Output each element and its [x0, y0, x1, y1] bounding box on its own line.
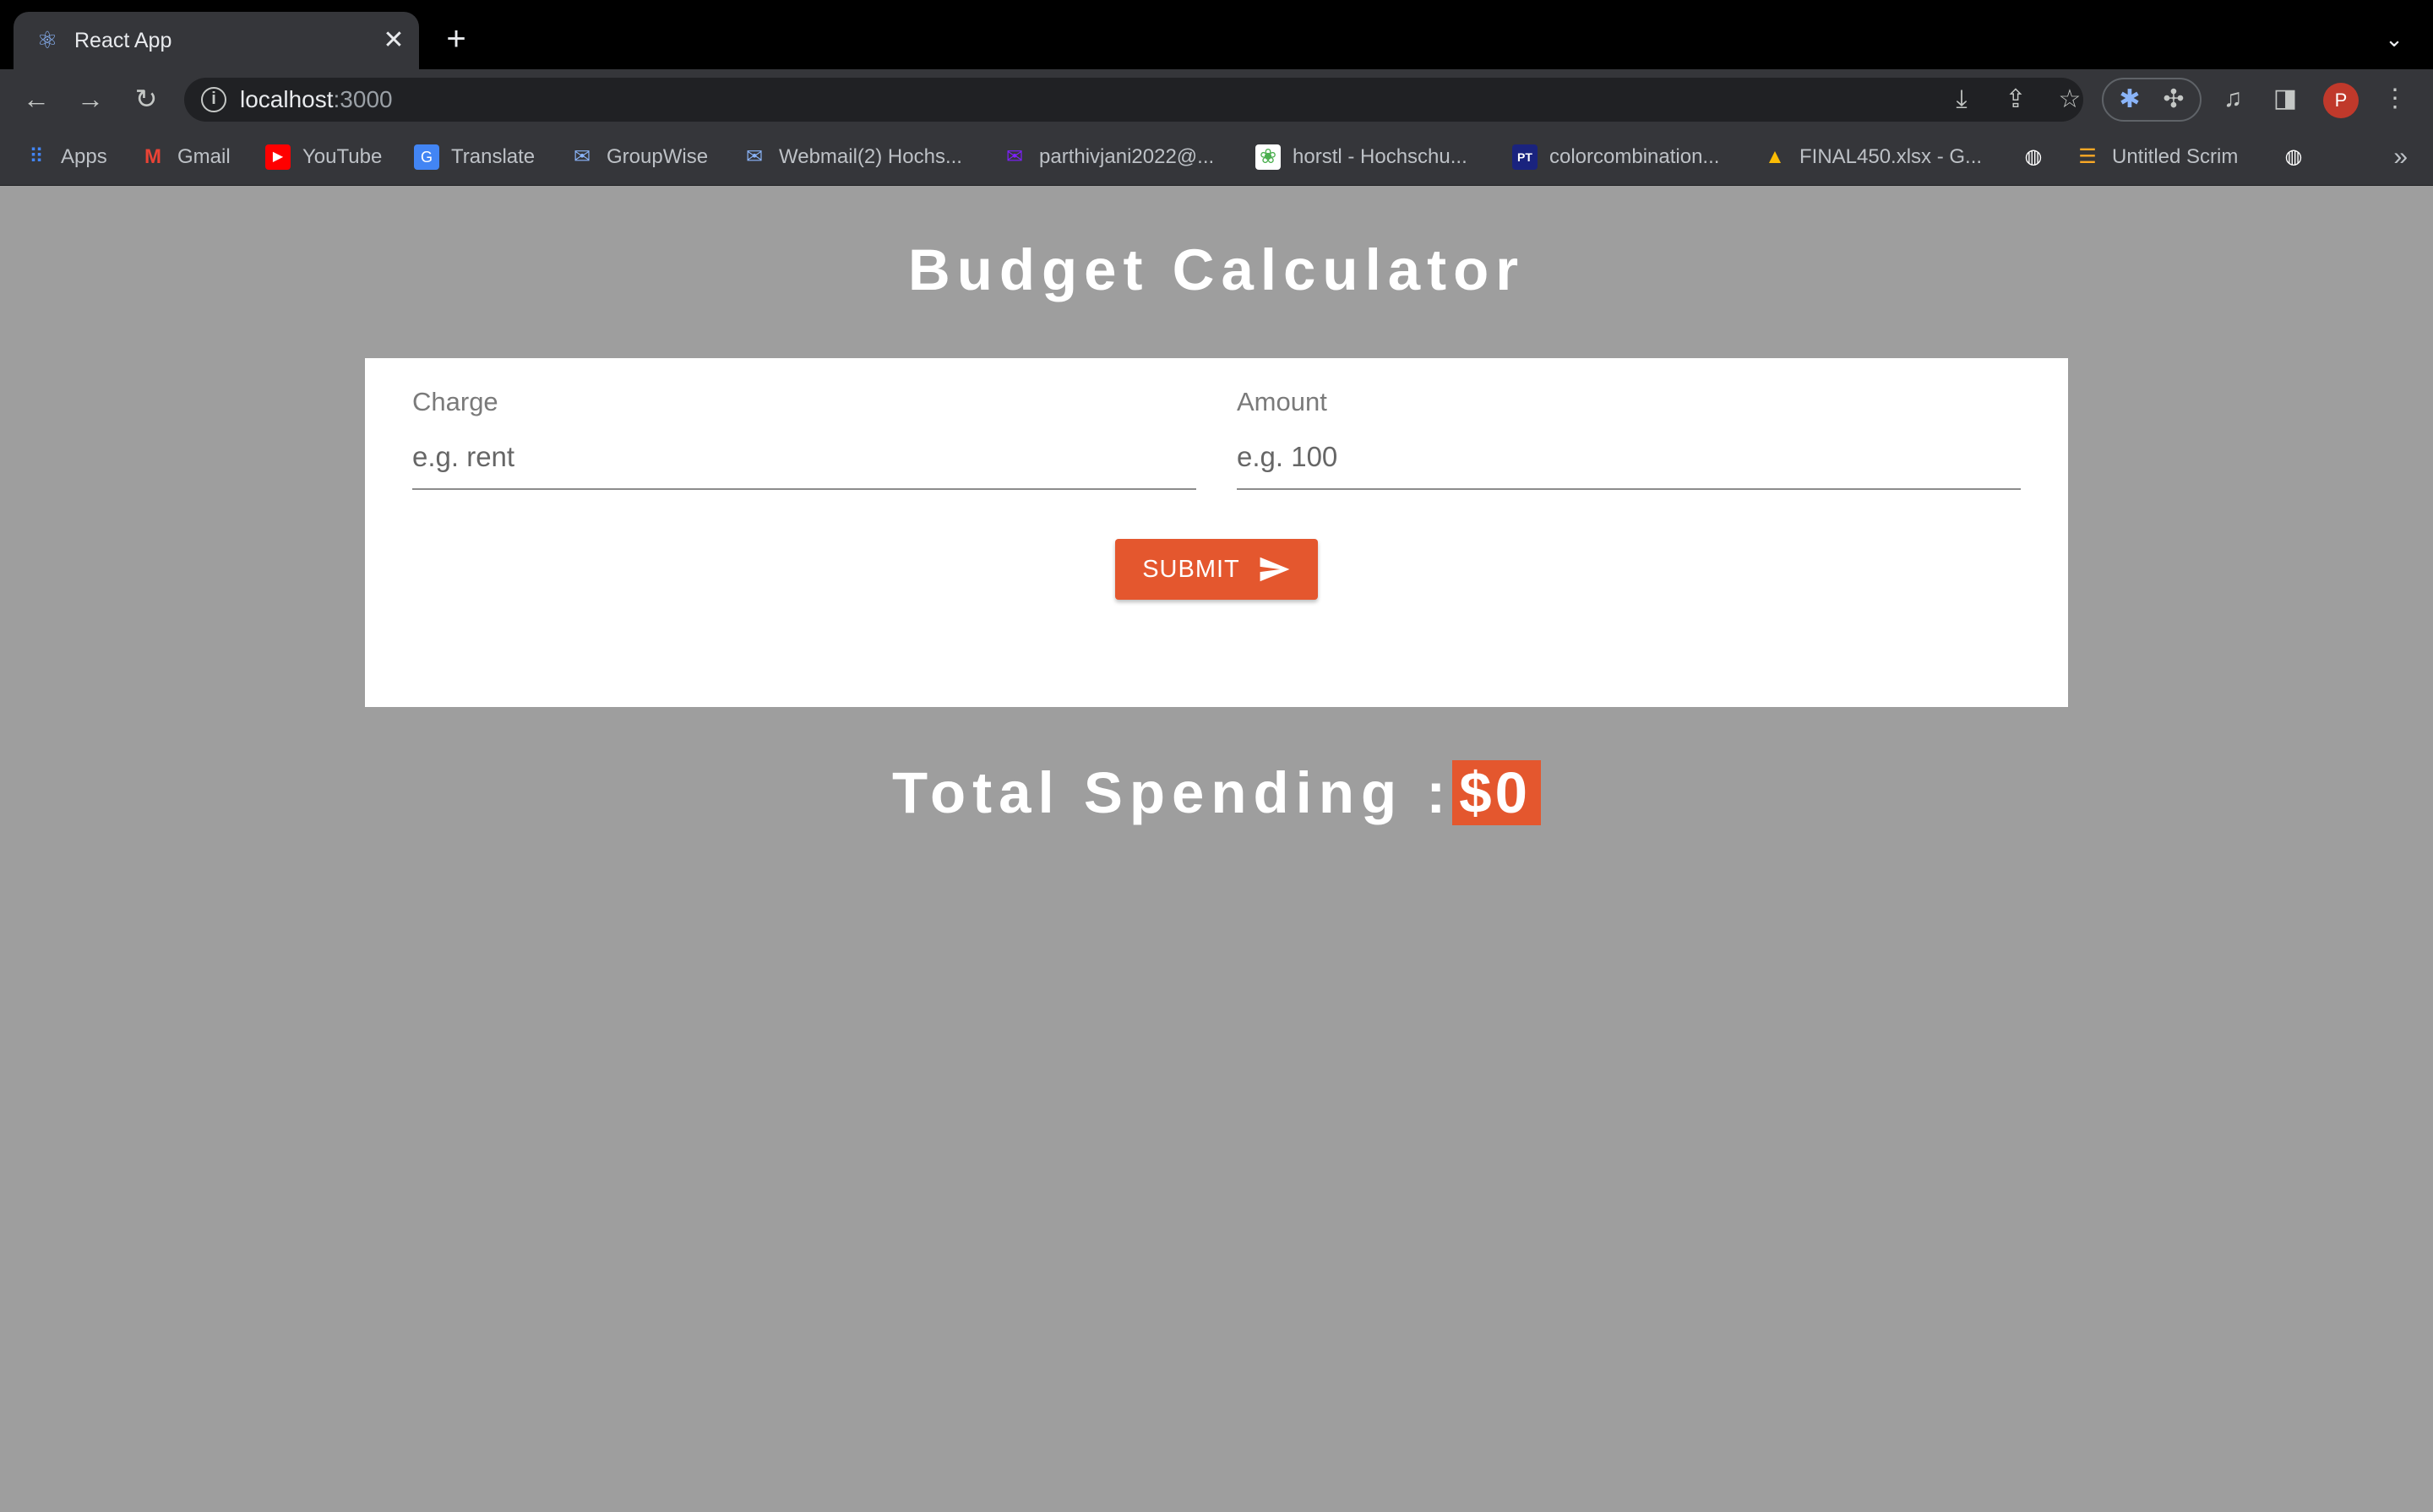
globe-icon: ◍: [2024, 145, 2043, 168]
extension-puzzle-icon[interactable]: ✱: [2114, 84, 2146, 116]
bookmark-translate[interactable]: G Translate: [414, 142, 535, 172]
share-icon[interactable]: ⇪: [2000, 84, 2031, 115]
tab-react-app[interactable]: ⚛ React App ✕: [14, 12, 419, 69]
total-amount: $0: [1452, 760, 1542, 825]
bookmarks-bar: ⠿ Apps M Gmail ▶ YouTube G Translate ✉ GroupW…: [0, 128, 2433, 186]
side-panel-icon[interactable]: ◨: [2269, 83, 2301, 115]
bookmark-gmail[interactable]: M Gmail: [140, 142, 231, 172]
url-text[interactable]: localhost:3000: [240, 85, 393, 114]
bookmark-final450[interactable]: ▲ FINAL450.xlsx - G...: [1762, 142, 1982, 172]
info-icon[interactable]: i: [201, 87, 226, 112]
yahoo-mail-icon: ✉: [1005, 145, 1024, 168]
media-icon[interactable]: ♫: [2217, 83, 2249, 115]
submit-button[interactable]: SUBMIT: [1115, 539, 1318, 600]
bookmark-label: parthivjani2022@...: [1039, 145, 1215, 168]
send-icon: [1260, 557, 1290, 582]
youtube-icon: ▶: [265, 144, 291, 170]
extensions-icon[interactable]: ✣: [2158, 84, 2190, 116]
extensions-group: ✱ ✣: [2102, 78, 2202, 122]
bookmark-label: Untitled Scrim: [2112, 145, 2239, 168]
react-icon: ⚛: [36, 27, 58, 53]
tab-strip: ⚛ React App ✕ + ⌄: [0, 0, 2433, 69]
bookmark-parthivjani[interactable]: ✉ parthivjani2022@...: [1002, 142, 1214, 172]
url-port: :3000: [333, 86, 393, 112]
close-tab-icon[interactable]: ✕: [378, 25, 409, 56]
bookmark-label: Translate: [451, 145, 536, 168]
bookmark-untitled-scrim[interactable]: ☰ Untitled Scrim: [2075, 142, 2238, 172]
amount-input[interactable]: [1237, 439, 2021, 490]
bookmark-globe-2[interactable]: ◍: [2281, 142, 2318, 172]
menu-icon[interactable]: ⋮: [2379, 83, 2411, 115]
browser-window: ⚛ React App ✕ + ⌄ ← → ↻ i localhost:3000…: [0, 0, 2433, 1512]
bookmark-webmail[interactable]: ✉ Webmail(2) Hochs...: [742, 142, 962, 172]
charge-label: Charge: [412, 387, 498, 416]
address-bar[interactable]: i localhost:3000 ⤓ ⇪ ☆: [184, 78, 2083, 122]
mail-icon: ✉: [573, 145, 591, 168]
browser-toolbar: ← → ↻ i localhost:3000 ⤓ ⇪ ☆ ✱ ✣ ♫ ◨ P ⋮: [0, 69, 2433, 128]
bookmark-label: Webmail(2) Hochs...: [779, 145, 962, 168]
charge-input[interactable]: [412, 439, 1196, 490]
app-page: Budget Calculator Charge Amount SUBMIT T…: [0, 186, 2433, 1512]
bookmark-youtube[interactable]: ▶ YouTube: [265, 142, 382, 172]
bookmark-label: FINAL450.xlsx - G...: [1799, 145, 1983, 168]
bookmark-label: horstl - Hochschu...: [1293, 145, 1467, 168]
url-host: localhost: [240, 86, 334, 112]
drive-icon: ▲: [1765, 145, 1785, 168]
mail-icon: ✉: [745, 145, 764, 168]
page-title: Budget Calculator: [907, 237, 1526, 302]
gmail-icon: M: [144, 145, 161, 168]
avatar[interactable]: P: [2323, 83, 2359, 118]
apps-grid-icon: ⠿: [29, 145, 44, 168]
new-tab-icon[interactable]: +: [439, 22, 473, 56]
chevron-down-icon[interactable]: ⌄: [2379, 24, 2409, 54]
bookmark-apps[interactable]: ⠿ Apps: [24, 142, 107, 172]
pt-icon: PT: [1512, 144, 1538, 170]
bookmark-groupwise[interactable]: ✉ GroupWise: [569, 142, 708, 172]
bookmark-label: GroupWise: [607, 145, 709, 168]
star-icon[interactable]: ☆: [2055, 84, 2085, 115]
reload-icon[interactable]: ↻: [128, 81, 164, 117]
globe-icon: ◍: [2284, 145, 2303, 168]
bookmark-label: Apps: [61, 145, 107, 168]
bookmarks-overflow-icon[interactable]: »: [2393, 142, 2408, 172]
scrim-icon: ☰: [2078, 145, 2097, 168]
bookmark-horstl[interactable]: ❀ horstl - Hochschu...: [1255, 142, 1467, 172]
translate-icon: G: [414, 144, 439, 170]
total-label: Total Spending :: [891, 760, 1453, 825]
expense-form: Charge Amount SUBMIT: [365, 358, 2068, 707]
forward-icon[interactable]: →: [73, 81, 108, 117]
bookmark-label: colorcombination...: [1549, 145, 1720, 168]
amount-label: Amount: [1237, 387, 1327, 416]
install-icon[interactable]: ⤓: [1946, 84, 1977, 115]
bookmark-label: YouTube: [302, 145, 383, 168]
submit-label: SUBMIT: [1142, 555, 1240, 583]
bookmark-label: Gmail: [177, 145, 231, 168]
total-spending: Total Spending : $0: [0, 759, 2433, 828]
tab-title: React App: [74, 29, 172, 52]
leaf-icon: ❀: [1255, 144, 1281, 170]
bookmark-colorcombination[interactable]: PT colorcombination...: [1512, 142, 1719, 172]
back-icon[interactable]: ←: [19, 81, 54, 117]
bookmark-globe-1[interactable]: ◍: [2021, 142, 2058, 172]
